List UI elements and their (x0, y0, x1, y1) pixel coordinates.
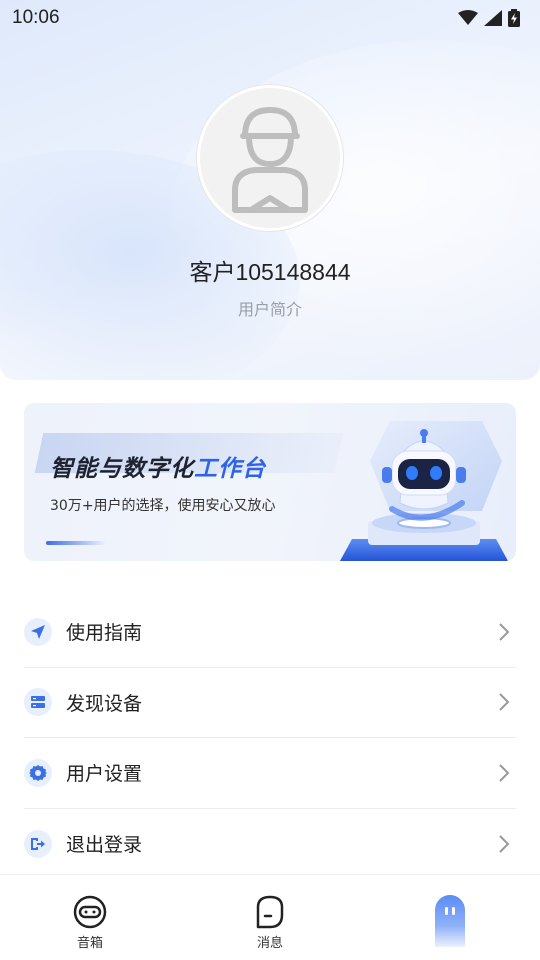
tab-profile[interactable] (360, 875, 540, 960)
logout-icon (31, 837, 45, 850)
tab-label: 音箱 (76, 936, 103, 951)
menu-icon-bg (24, 829, 52, 858)
profile-screen: 10:06 客户105148844 用户简介 智能与数字化工作台 30万+用户的… (0, 0, 540, 960)
status-icons (458, 9, 520, 27)
menu-icon-bg (24, 688, 52, 717)
cellular-signal-icon (484, 10, 502, 26)
banner-accent-bar (46, 541, 106, 545)
banner-title: 智能与数字化工作台 (50, 449, 266, 483)
device-list-icon (31, 696, 45, 709)
status-time: 10:06 (12, 7, 60, 28)
username: 客户105148844 (189, 259, 351, 285)
settings-menu: 使用指南 发现设备 用户设置 退出登录 (24, 597, 516, 879)
menu-item-label: 使用指南 (66, 622, 143, 645)
profile-active-icon (435, 895, 465, 947)
avatar[interactable] (197, 85, 343, 231)
menu-icon-bg (24, 758, 52, 787)
chevron-right-icon (499, 623, 510, 641)
tab-label: 消息 (256, 936, 283, 951)
message-icon (256, 895, 284, 929)
menu-item-label: 用户设置 (66, 763, 143, 786)
status-bar: 10:06 (0, 0, 540, 36)
tab-speaker[interactable]: 音箱 (0, 875, 180, 960)
navigation-arrow-icon (31, 624, 45, 639)
tab-messages[interactable]: 消息 (180, 875, 360, 960)
banner-subtitle: 30万+用户的选择，使用安心又放心 (50, 498, 276, 514)
chevron-right-icon (499, 764, 510, 782)
menu-item-label: 发现设备 (66, 692, 143, 715)
speaker-icon (73, 895, 107, 929)
menu-item-logout[interactable]: 退出登录 (24, 809, 516, 880)
default-user-avatar-icon (232, 107, 308, 213)
bottom-tab-bar: 音箱 消息 (0, 874, 540, 960)
chevron-right-icon (499, 835, 510, 853)
menu-item-discover-device[interactable]: 发现设备 (24, 668, 516, 738)
banner-title-highlight: 工作台 (194, 456, 266, 482)
robot-illustration (340, 421, 508, 561)
settings-gear-icon (29, 764, 47, 781)
menu-icon-bg (24, 617, 52, 646)
battery-charging-icon (508, 9, 520, 27)
menu-item-guide[interactable]: 使用指南 (24, 597, 516, 668)
promo-banner[interactable]: 智能与数字化工作台 30万+用户的选择，使用安心又放心 (24, 403, 516, 561)
banner-title-main: 智能与数字化 (50, 456, 194, 482)
wifi-icon (458, 10, 478, 25)
user-bio[interactable]: 用户简介 (0, 296, 540, 320)
menu-item-user-settings[interactable]: 用户设置 (24, 738, 516, 809)
menu-item-label: 退出登录 (66, 834, 143, 857)
chevron-right-icon (499, 693, 510, 711)
